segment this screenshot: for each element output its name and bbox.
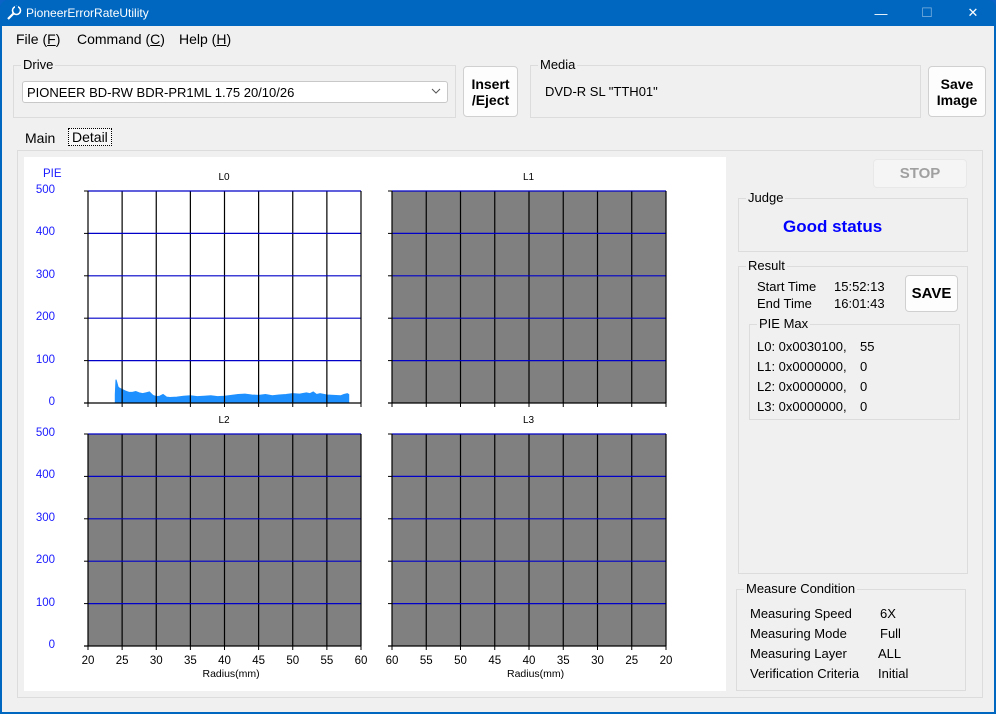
plot-title-l0: L0: [218, 172, 230, 183]
pie-max-l3-value: 0: [860, 399, 868, 414]
pie-max-l2-address: L2: 0x0000000,: [757, 379, 847, 394]
end-time-label: End Time: [757, 296, 812, 311]
y-tick-label: 400: [35, 469, 55, 482]
pie-max-l0-address: L0: 0x0030100,: [757, 339, 847, 354]
x-tick-label: 35: [556, 655, 570, 667]
x-tick-label: 30: [591, 655, 604, 667]
judge-status: Good status: [783, 217, 883, 236]
media-group: Media DVD-R SL "TTH01": [530, 57, 921, 118]
y-tick-label: 0: [48, 639, 55, 651]
menu-bar: File (F) Command (C) Help (H): [2, 26, 994, 50]
x-tick-label: 50: [286, 655, 300, 667]
wrench-icon: [7, 5, 22, 20]
menu-help[interactable]: Help (H): [179, 31, 231, 47]
close-icon: ✕: [967, 5, 979, 20]
measuring-mode-label: Measuring Mode: [750, 626, 847, 641]
plot-title-l2: L2: [218, 415, 230, 426]
x-axis-title: Radius(mm): [202, 668, 260, 680]
drive-group-label: Drive: [21, 57, 56, 72]
x-tick-label: 55: [320, 655, 334, 667]
pie-max-l0-value: 55: [860, 339, 875, 354]
y-axis-title: PIE: [43, 168, 62, 180]
drive-select-value: PIONEER BD-RW BDR-PR1ML 1.75 20/10/26: [27, 85, 295, 100]
app-window: PioneerErrorRateUtility — ☐ ✕ File (F) C…: [0, 0, 996, 714]
x-tick-label: 60: [385, 655, 399, 667]
y-tick-label: 100: [35, 353, 55, 366]
chevron-down-icon: [431, 88, 441, 94]
menu-command[interactable]: Command (C): [77, 31, 165, 47]
pie-max-l2-value: 0: [860, 379, 868, 394]
title-bar[interactable]: PioneerErrorRateUtility — ☐ ✕: [0, 0, 996, 26]
pie-max-l3-address: L3: 0x0000000,: [757, 399, 847, 414]
insert-eject-button[interactable]: Insert/Eject: [463, 66, 518, 117]
y-tick-label: 400: [35, 226, 55, 239]
plot-title-l3: L3: [523, 415, 535, 426]
end-time-value: 16:01:43: [834, 296, 885, 311]
window-title: PioneerErrorRateUtility: [26, 6, 149, 20]
stop-button[interactable]: STOP: [873, 159, 967, 188]
close-button[interactable]: ✕: [950, 0, 996, 26]
y-tick-label: 500: [35, 184, 55, 196]
x-tick-label: 40: [522, 655, 536, 667]
measure-condition-group: Measure Condition Measuring Speed 6X Mea…: [736, 581, 966, 691]
media-value: DVD-R SL "TTH01": [545, 84, 658, 99]
pie-max-label: PIE Max: [757, 316, 811, 331]
x-tick-label: 25: [625, 655, 639, 667]
pie-max-l1-value: 0: [860, 359, 868, 374]
y-tick-label: 300: [35, 268, 55, 281]
measuring-mode-value: Full: [880, 626, 901, 641]
x-tick-label: 30: [149, 655, 163, 667]
x-tick-label: 45: [488, 655, 502, 667]
maximize-button[interactable]: ☐: [904, 0, 950, 26]
y-tick-label: 200: [35, 311, 55, 324]
x-tick-label: 45: [252, 655, 266, 667]
x-tick-label: 35: [183, 655, 197, 667]
x-tick-label: 20: [659, 655, 673, 667]
start-time-label: Start Time: [757, 279, 817, 294]
y-tick-label: 200: [35, 554, 55, 567]
verification-criteria-value: Initial: [878, 666, 909, 681]
y-tick-label: 0: [48, 396, 55, 408]
x-tick-label: 20: [81, 655, 95, 667]
x-tick-label: 55: [419, 655, 433, 667]
detail-tab-panel: L0 0 100 200 300 400 500 L1 L2 0 100 200 300 400 500 20…: [17, 150, 983, 698]
menu-file[interactable]: File (F): [16, 31, 60, 47]
x-tick-label: 50: [454, 655, 467, 667]
measuring-speed-label: Measuring Speed: [750, 606, 852, 621]
verification-criteria-label: Verification Criteria: [750, 666, 860, 681]
pie-charts: [84, 190, 667, 650]
y-tick-label: 500: [35, 427, 55, 439]
maximize-icon: ☐: [921, 5, 933, 20]
measuring-speed-value: 6X: [880, 606, 896, 621]
plot-title-l1: L1: [523, 172, 535, 183]
tab-detail[interactable]: Detail: [68, 128, 112, 146]
judge-group: Judge Good status: [738, 190, 968, 252]
client-area: File (F) Command (C) Help (H) Drive PION…: [2, 26, 994, 712]
result-group: Result Start Time 15:52:13 End Time 16:0…: [738, 258, 968, 574]
tab-main[interactable]: Main: [25, 130, 55, 146]
save-image-button[interactable]: Save Image: [928, 66, 986, 117]
save-result-button[interactable]: SAVE: [905, 275, 958, 312]
measure-condition-label: Measure Condition: [744, 581, 858, 596]
chart-area: L0 0 100 200 300 400 500 L1 L2 0 100 200 300 400 500 20…: [24, 157, 726, 691]
x-tick-label: 40: [218, 655, 231, 667]
start-time-value: 15:52:13: [834, 279, 885, 294]
minimize-button[interactable]: —: [858, 0, 904, 26]
result-group-label: Result: [746, 258, 787, 273]
drive-select[interactable]: PIONEER BD-RW BDR-PR1ML 1.75 20/10/26: [22, 81, 448, 103]
x-tick-label: 25: [115, 655, 129, 667]
measuring-layer-value: ALL: [878, 646, 902, 661]
media-group-label: Media: [538, 57, 578, 72]
pie-max-group: PIE Max L0: 0x0030100, 55 L1: 0x0000000,…: [749, 316, 960, 420]
judge-group-label: Judge: [746, 190, 786, 205]
measuring-layer-label: Measuring Layer: [750, 646, 847, 661]
minimize-icon: —: [874, 5, 888, 21]
y-tick-label: 300: [35, 511, 55, 524]
x-tick-label: 60: [354, 655, 368, 667]
drive-group: Drive PIONEER BD-RW BDR-PR1ML 1.75 20/10…: [13, 57, 456, 118]
y-tick-label: 100: [35, 596, 55, 609]
x-axis-title: Radius(mm): [507, 668, 565, 680]
pie-max-l1-address: L1: 0x0000000,: [757, 359, 847, 374]
